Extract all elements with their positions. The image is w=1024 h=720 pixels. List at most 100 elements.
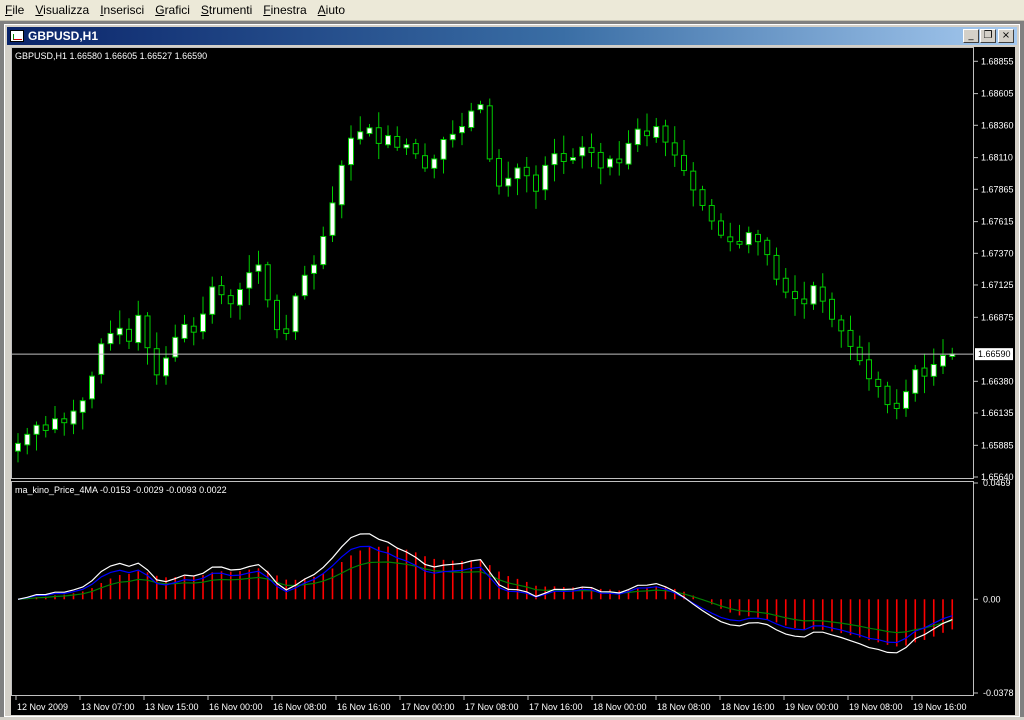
- candle: [884, 381, 891, 414]
- candle-body-bear: [644, 130, 650, 137]
- candle-body-bull: [634, 128, 641, 146]
- candle: [810, 281, 817, 310]
- chart-window-icon: [10, 30, 24, 42]
- candle-body-bull: [940, 354, 946, 367]
- candle-body-bull: [237, 289, 243, 306]
- candle: [15, 433, 21, 463]
- chart-window-titlebar[interactable]: GBPUSD,H1 _ ❐ ×: [7, 27, 1017, 45]
- chart-window[interactable]: GBPUSD,H1 _ ❐ × 1.68855 1.68605 1.68360 1.6…: [4, 24, 1020, 717]
- candle: [468, 102, 475, 132]
- price-candles: [15, 98, 956, 463]
- candle: [671, 126, 678, 167]
- menu-strumenti[interactable]: Strumenti: [196, 3, 258, 17]
- time-tick-label: 17 Nov 00:00: [401, 702, 455, 712]
- candle-body-bull: [181, 323, 188, 339]
- candle: [718, 213, 724, 239]
- candle: [375, 112, 382, 160]
- candle-body-bull: [292, 295, 299, 333]
- candle-body-bear: [523, 166, 530, 177]
- time-tick-label: 18 Nov 00:00: [593, 702, 647, 712]
- price-tick-label: 1.65885: [981, 440, 1014, 450]
- candle: [246, 255, 253, 306]
- candle-body-bull: [79, 400, 86, 413]
- candle: [533, 165, 539, 209]
- candle: [200, 296, 206, 340]
- price-tick-label: 1.68605: [981, 89, 1014, 99]
- candle-body-bull: [200, 313, 206, 333]
- candle-body-bear: [893, 402, 900, 409]
- candle: [912, 364, 919, 402]
- candle-body-bull: [449, 133, 456, 141]
- menu-aiuto[interactable]: Aiuto: [313, 3, 351, 17]
- candle-body-bear: [736, 240, 743, 245]
- candle: [644, 113, 650, 147]
- candle: [866, 342, 872, 391]
- chart-canvas[interactable]: 1.68855 1.68605 1.68360 1.68110 1.67865 1.676…: [11, 47, 1015, 715]
- candle: [727, 222, 734, 252]
- candle-body-bull: [33, 424, 40, 435]
- candle: [792, 275, 798, 316]
- indicator-tick-label: 0.0469: [983, 478, 1011, 488]
- candle-body-bear: [773, 254, 780, 280]
- candle: [385, 125, 391, 149]
- candle: [708, 199, 715, 230]
- candle-body-bull: [514, 167, 521, 180]
- candle: [699, 185, 706, 211]
- candle: [33, 421, 40, 451]
- candle: [551, 138, 558, 182]
- candle-body-bear: [801, 298, 808, 305]
- candle-body-bull: [912, 369, 919, 394]
- indicator-tick-label: -0.0378: [983, 688, 1014, 698]
- candle: [181, 314, 188, 343]
- candle: [764, 237, 771, 266]
- chart-area[interactable]: 1.68855 1.68605 1.68360 1.68110 1.67865 1.676…: [11, 47, 1015, 715]
- close-button[interactable]: ×: [998, 29, 1014, 43]
- candle-body-bear: [690, 170, 697, 191]
- candle: [893, 389, 900, 420]
- candle-body-bull: [477, 104, 484, 111]
- candle-body-bear: [884, 385, 891, 406]
- candle-body-bear: [875, 378, 882, 387]
- candle: [135, 300, 142, 351]
- candle-body-bull: [903, 391, 909, 409]
- restore-button[interactable]: ❐: [980, 29, 996, 43]
- candle-body-bear: [727, 236, 734, 243]
- candle-body-bull: [246, 272, 253, 289]
- time-axis: 12 Nov 2009 13 Nov 07:00 13 Nov 15:00 16 No…: [15, 696, 967, 712]
- candle: [89, 371, 95, 409]
- candle-body-bear: [866, 359, 872, 380]
- price-axis: 1.68855 1.68605 1.68360 1.68110 1.67865 1.676…: [12, 56, 1014, 482]
- candle: [153, 332, 160, 385]
- indicator-axis: 0.0469 0.00 -0.0378: [974, 478, 1014, 698]
- minimize-button[interactable]: _: [963, 29, 979, 43]
- candle: [838, 314, 845, 348]
- time-tick-label: 16 Nov 16:00: [337, 702, 391, 712]
- candle-body-bear: [819, 286, 826, 302]
- current-price-label: 1.66590: [978, 349, 1011, 359]
- menu-visualizza[interactable]: Visualizza: [30, 3, 95, 17]
- candle-body-bear: [496, 158, 502, 187]
- candle-body-bull: [163, 357, 169, 377]
- candle: [773, 247, 780, 286]
- candle: [329, 186, 336, 243]
- time-tick-label: 16 Nov 00:00: [209, 702, 263, 712]
- menu-grafici[interactable]: Grafici: [150, 3, 196, 17]
- candle: [422, 143, 428, 172]
- candle: [440, 136, 447, 174]
- menu-inserisci[interactable]: Inserisci: [95, 3, 150, 17]
- candle: [449, 120, 456, 148]
- menu-finestra[interactable]: Finestra: [258, 3, 312, 17]
- candle: [366, 124, 373, 137]
- candle: [348, 125, 354, 181]
- menu-file[interactable]: File: [0, 3, 30, 17]
- price-tick-label: 1.68360: [981, 120, 1014, 130]
- candle-body-bear: [782, 277, 789, 293]
- candle-body-bull: [320, 235, 327, 266]
- candle: [274, 294, 280, 339]
- candle-body-bull: [810, 285, 817, 305]
- candle-body-bear: [792, 291, 798, 300]
- candle-body-bull: [579, 146, 586, 157]
- candle-body-bull: [348, 137, 354, 166]
- time-tick-label: 16 Nov 08:00: [273, 702, 327, 712]
- time-tick-label: 18 Nov 08:00: [657, 702, 711, 712]
